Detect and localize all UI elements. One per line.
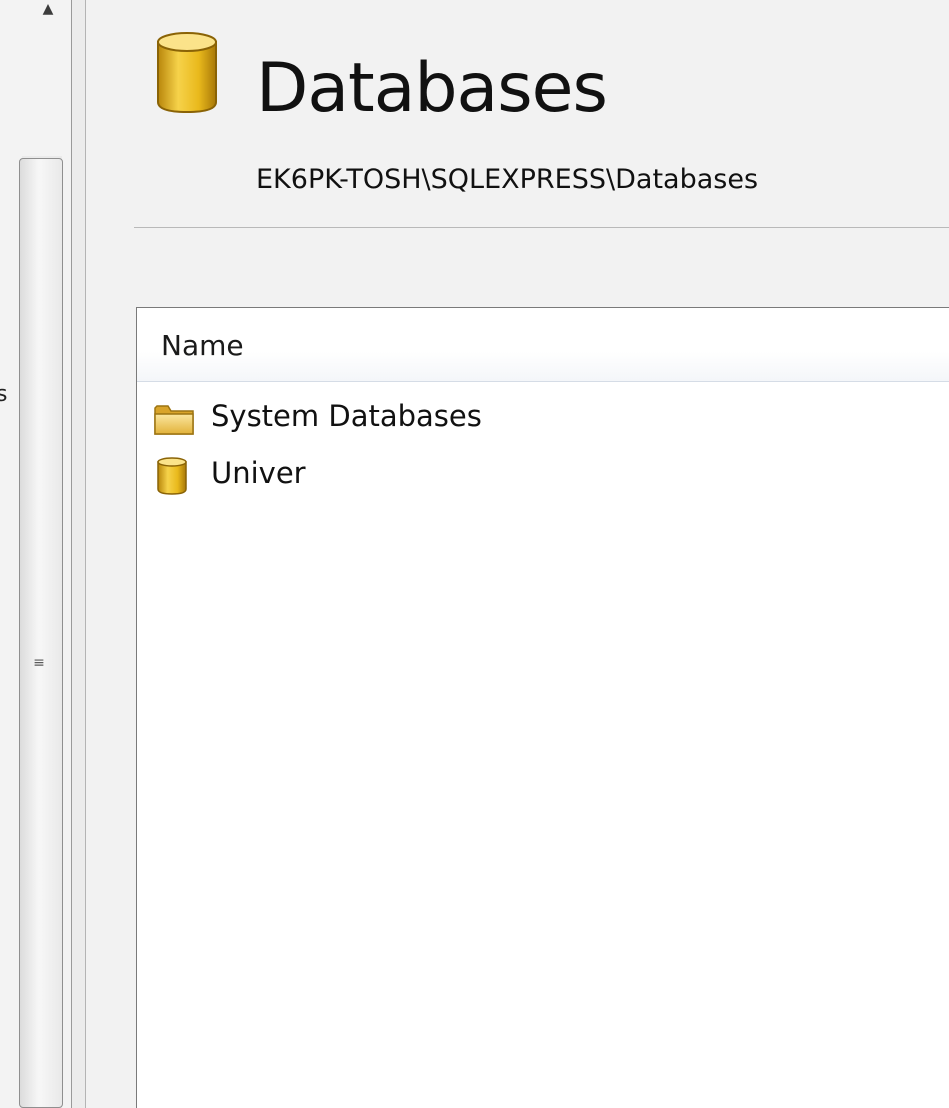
scrollbar-thumb[interactable]	[19, 158, 63, 1108]
breadcrumb: EK6PK-TOSH\SQLEXPRESS\Databases	[256, 164, 759, 195]
list-item-univer[interactable]: Univer	[153, 449, 853, 499]
scrollbar-grip-icon: ≡	[33, 655, 45, 671]
tree-item-partial-label: s	[0, 382, 8, 407]
pane-splitter[interactable]	[72, 0, 86, 1108]
object-explorer-pane: ▲ ≡ s	[0, 0, 72, 1108]
database-icon	[157, 32, 217, 114]
column-header-label: Name	[161, 329, 244, 362]
details-pane: Databases EK6PK-TOSH\SQLEXPRESS\Database…	[86, 0, 949, 1108]
page-title: Databases	[256, 49, 608, 128]
object-list[interactable]: Name System Databases Univer	[136, 307, 949, 1108]
folder-icon	[154, 405, 194, 435]
list-item-system-databases[interactable]: System Databases	[153, 392, 853, 442]
column-header-name[interactable]: Name	[137, 308, 949, 382]
database-icon	[157, 457, 187, 495]
list-item-label: Univer	[211, 456, 306, 490]
scroll-up-arrow[interactable]: ▲	[30, 0, 66, 18]
list-item-label: System Databases	[211, 399, 482, 433]
header-divider	[134, 227, 949, 228]
